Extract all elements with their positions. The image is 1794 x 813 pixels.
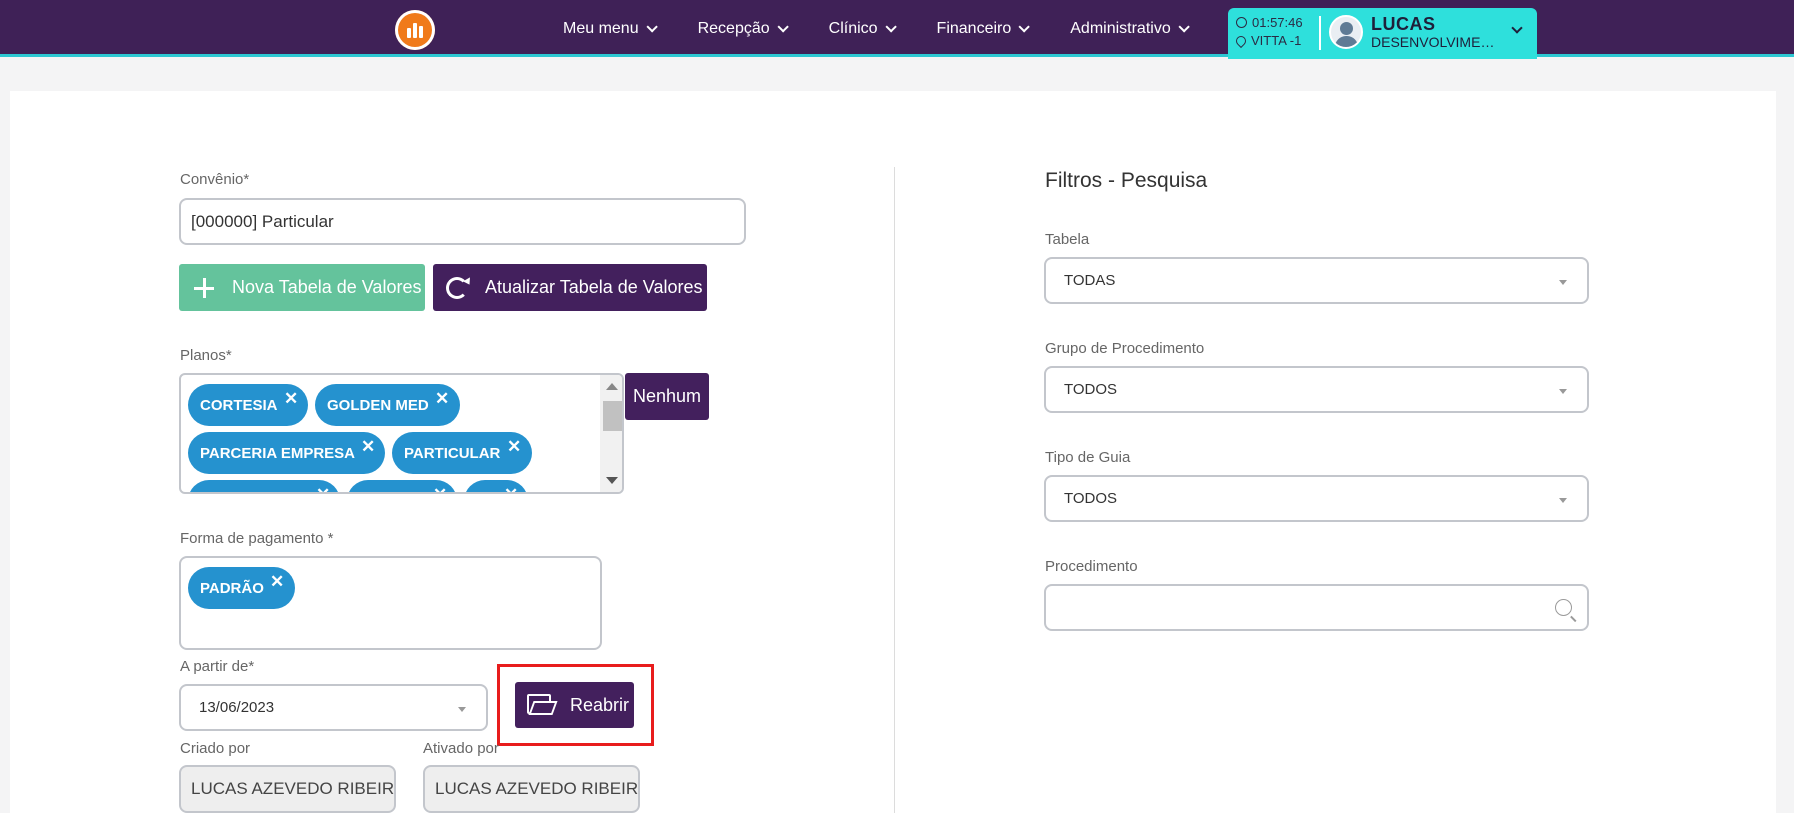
scrollbar[interactable] — [600, 375, 622, 492]
location-pin-icon — [1233, 33, 1249, 48]
table-label: Tabela — [1045, 231, 1090, 248]
update-table-button[interactable]: Atualizar Tabela de Valores — [433, 264, 707, 311]
activated-by-label: Ativado por — [423, 740, 499, 757]
search-icon[interactable] — [1555, 599, 1572, 616]
caret-down-icon — [1559, 498, 1567, 503]
filters-title: Filtros - Pesquisa — [1045, 169, 1208, 192]
close-icon[interactable]: ✕ — [316, 485, 330, 492]
close-icon[interactable]: ✕ — [504, 485, 518, 492]
scroll-up-icon[interactable] — [606, 383, 618, 390]
guide-type-value: TODOS — [1064, 490, 1118, 507]
convenio-label: Convênio* — [180, 171, 250, 188]
plus-icon — [194, 277, 214, 298]
caret-down-icon — [1559, 280, 1567, 285]
highlight-box — [497, 664, 654, 746]
stopwatch-icon — [1236, 17, 1247, 28]
chip-particular: PARTICULAR ✕ — [392, 432, 532, 474]
nav-item-label: Meu menu — [563, 19, 639, 37]
chip-hidden: ✕ — [464, 480, 528, 492]
button-label: Nova Tabela de Valores — [232, 277, 422, 297]
location-info: VITTA -1 — [1233, 33, 1302, 48]
group-value: TODOS — [1064, 381, 1118, 398]
planos-multiselect[interactable]: CORTESIA ✕ GOLDEN MED ✕ PARCERIA EMPRESA… — [179, 373, 624, 494]
user-role: DESENVOLVIMENTO — [1371, 34, 1501, 50]
caret-down-icon — [458, 707, 466, 712]
column-divider — [894, 167, 895, 813]
session-timer: 01:57:46 — [1236, 15, 1303, 30]
procedure-label: Procedimento — [1045, 558, 1138, 575]
chip-label: GOLDEN MED — [327, 396, 429, 414]
user-menu[interactable]: 01:57:46 VITTA -1 LUCAS DESENVOLVIMENTO — [1228, 8, 1537, 59]
button-label: Atualizar Tabela de Valores — [485, 277, 703, 297]
chevron-down-icon[interactable] — [1511, 22, 1523, 34]
start-date-field[interactable]: 13/06/2023 — [179, 684, 488, 731]
chevron-down-icon — [777, 20, 789, 33]
nav-item-meu-menu[interactable]: Meu menu — [563, 19, 658, 38]
chip-hidden: ✕ — [347, 480, 457, 492]
separator — [1319, 16, 1321, 50]
app-logo-icon[interactable] — [395, 10, 435, 50]
chip-golden-med: GOLDEN MED ✕ — [315, 384, 460, 426]
start-date-label: A partir de* — [180, 658, 255, 675]
guide-type-select[interactable]: TODOS — [1044, 475, 1589, 522]
scroll-down-icon[interactable] — [606, 477, 618, 484]
procedure-search-input[interactable] — [1044, 584, 1589, 631]
chip-cortesia: CORTESIA ✕ — [188, 384, 308, 426]
chevron-down-icon — [646, 20, 658, 33]
chevron-down-icon — [1018, 20, 1031, 33]
caret-down-icon — [1559, 389, 1567, 394]
nav-item-label: Administrativo — [1070, 19, 1171, 37]
nav-item-financeiro[interactable]: Financeiro — [936, 19, 1031, 38]
close-icon[interactable]: ✕ — [361, 437, 375, 457]
close-icon[interactable]: ✕ — [284, 389, 298, 409]
convenio-field[interactable]: [000000] Particular — [179, 198, 746, 245]
none-button[interactable]: Nenhum — [625, 373, 709, 420]
payment-multiselect[interactable]: PADRÃO ✕ — [179, 556, 602, 650]
chip-label: PADRÃO — [200, 579, 264, 597]
close-icon[interactable]: ✕ — [270, 572, 284, 592]
created-by-label: Criado por — [180, 740, 251, 757]
new-table-button[interactable]: Nova Tabela de Valores — [179, 264, 425, 311]
chip-label: PARCERIA EMPRESA — [200, 444, 356, 462]
chevron-down-icon — [885, 20, 897, 33]
planos-label: Planos* — [180, 347, 232, 364]
start-date-value: 13/06/2023 — [199, 699, 275, 716]
nav-item-label: Financeiro — [936, 19, 1012, 37]
close-icon[interactable]: ✕ — [435, 389, 449, 409]
scroll-thumb[interactable] — [603, 401, 622, 431]
nav-item-administrativo[interactable]: Administrativo — [1070, 19, 1190, 38]
avatar — [1329, 15, 1363, 49]
activated-by-field: LUCAS AZEVEDO RIBEIRO — [423, 765, 640, 813]
table-select[interactable]: TODAS — [1044, 257, 1589, 304]
nav-item-label: Clínico — [828, 19, 878, 37]
guide-type-label: Tipo de Guia — [1045, 449, 1131, 466]
chip-label: PARTICULAR — [404, 444, 501, 462]
chevron-down-icon — [1178, 20, 1190, 33]
created-by-field: LUCAS AZEVEDO RIBEIRO — [179, 765, 396, 813]
nav-item-label: Recepção — [697, 19, 770, 37]
chip-label: CORTESIA — [200, 396, 278, 414]
nav-item-clinico[interactable]: Clínico — [828, 19, 897, 38]
group-label: Grupo de Procedimento — [1045, 340, 1205, 357]
main-nav: Meu menu Recepção Clínico Financeiro Adm… — [563, 0, 1230, 57]
close-icon[interactable]: ✕ — [507, 437, 521, 457]
group-select[interactable]: TODOS — [1044, 366, 1589, 413]
chip-hidden: ✕ — [188, 480, 340, 492]
refresh-icon — [446, 276, 468, 299]
chip-padrao: PADRÃO ✕ — [188, 567, 295, 609]
session-time: 01:57:46 — [1252, 15, 1303, 30]
location-name: VITTA -1 — [1251, 33, 1302, 48]
chip-parceria-empresa: PARCERIA EMPRESA ✕ — [188, 432, 385, 474]
top-navbar: Meu menu Recepção Clínico Financeiro Adm… — [0, 0, 1794, 59]
table-value: TODAS — [1064, 272, 1116, 289]
nav-item-recepcao[interactable]: Recepção — [697, 19, 789, 38]
payment-label: Forma de pagamento * — [180, 530, 334, 547]
user-name: LUCAS — [1371, 14, 1436, 34]
close-icon[interactable]: ✕ — [433, 485, 447, 492]
